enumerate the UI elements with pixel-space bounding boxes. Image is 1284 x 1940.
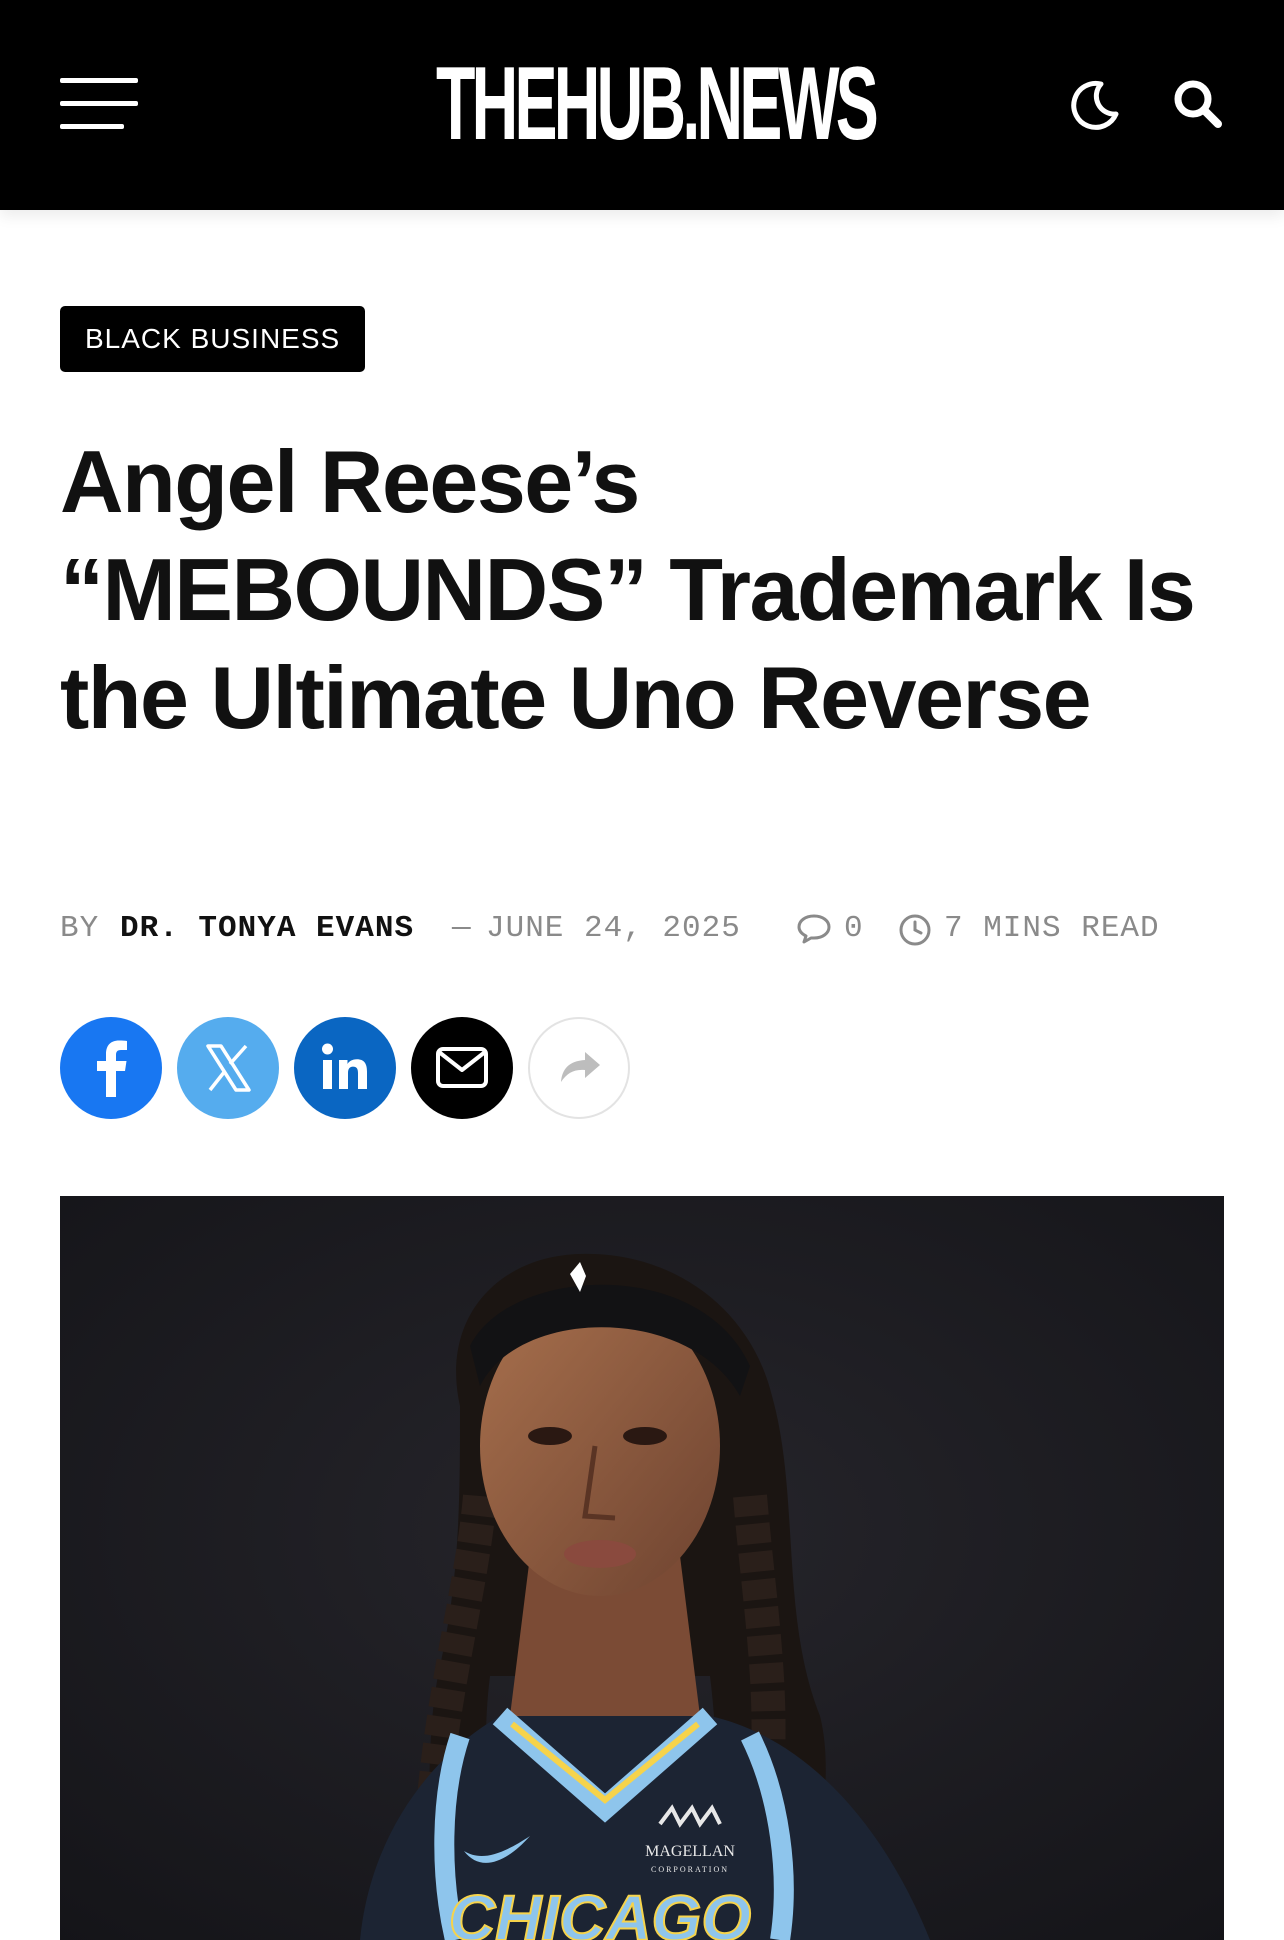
share-arrow-icon [561, 1052, 600, 1082]
hero-image: MAGELLAN CORPORATION CHICAGO [60, 1196, 1224, 1940]
sponsor-subtext: CORPORATION [651, 1865, 729, 1874]
player-photo: MAGELLAN CORPORATION CHICAGO [60, 1196, 1224, 1940]
jersey-text: CHICAGO [449, 1882, 751, 1940]
meta-dash: — [452, 911, 472, 946]
email-icon [436, 1047, 488, 1088]
author-link[interactable]: DR. TONYA EVANS [120, 904, 414, 954]
article-meta: BY DR. TONYA EVANS — JUNE 24, 2025 0 7 M… [60, 904, 1240, 954]
by-label: BY [60, 911, 100, 946]
facebook-icon [97, 1040, 127, 1097]
comment-count[interactable]: 0 [844, 904, 864, 954]
share-facebook-button[interactable] [60, 1017, 162, 1119]
dark-mode-moon-icon[interactable] [1068, 76, 1124, 132]
sponsor-text: MAGELLAN [645, 1843, 735, 1860]
share-linkedin-button[interactable] [294, 1017, 396, 1119]
x-icon [206, 1044, 251, 1092]
publish-date: JUNE 24, 2025 [486, 911, 741, 946]
share-x-button[interactable] [177, 1017, 279, 1119]
read-time: 7 MINS READ [944, 911, 1160, 946]
clock-icon [899, 914, 931, 946]
comment-icon[interactable] [796, 913, 832, 945]
share-email-button[interactable] [411, 1017, 513, 1119]
linkedin-icon [322, 1043, 367, 1089]
hamburger-menu-icon[interactable] [60, 78, 138, 130]
search-icon[interactable] [1170, 76, 1226, 132]
share-more-button[interactable] [528, 1017, 630, 1119]
site-header: THEHUB.NEWS [0, 0, 1284, 210]
category-badge[interactable]: BLACK BUSINESS [60, 306, 366, 372]
article-title: Angel Reese’s “MEBOUNDS” Trademark Is th… [60, 432, 1196, 747]
site-logo[interactable]: THEHUB.NEWS [436, 40, 879, 168]
